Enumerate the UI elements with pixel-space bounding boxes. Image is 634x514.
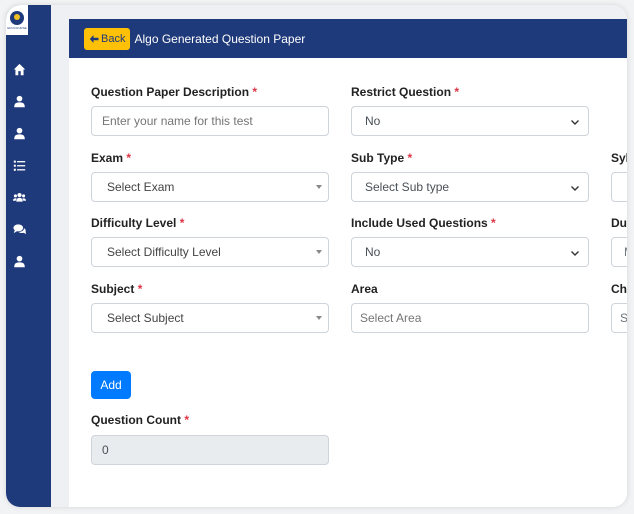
sidebar: EDUCOURSE — [6, 5, 51, 507]
chapter-input[interactable]: Se — [611, 303, 627, 333]
subject-value: Select Subject — [107, 311, 184, 325]
app-window: EDUCOURSE Back Algo Generated Question P… — [6, 5, 627, 507]
sidebar-nav — [6, 53, 51, 277]
caret-down-icon — [316, 316, 322, 320]
used-questions-label-text: Include Used Questions — [351, 216, 488, 230]
description-label-text: Question Paper Description — [91, 85, 250, 99]
add-button[interactable]: Add — [91, 371, 131, 399]
home-icon — [13, 63, 25, 75]
list-icon — [13, 160, 25, 171]
difficulty-value: Select Difficulty Level — [107, 245, 221, 259]
exam-select[interactable]: Select Exam — [91, 172, 329, 202]
difficulty-select[interactable]: Select Difficulty Level — [91, 237, 329, 267]
difficulty-label-text: Difficulty Level — [91, 216, 177, 230]
exam-label: Exam * — [91, 151, 131, 165]
required-mark: * — [407, 151, 413, 165]
description-input[interactable] — [91, 106, 329, 136]
restrict-label-text: Restrict Question — [351, 85, 452, 99]
required-mark: * — [491, 216, 496, 230]
comments-icon — [12, 223, 26, 234]
question-count-label-text: Question Count — [91, 413, 181, 427]
restrict-value: No — [365, 114, 381, 128]
used-questions-select[interactable]: No — [351, 237, 589, 267]
syllabus-label: Sylla — [611, 151, 627, 165]
subtype-value: Select Sub type — [365, 180, 450, 194]
area-label: Area — [351, 282, 378, 296]
page-title: Algo Generated Question Paper — [134, 31, 306, 46]
description-label: Question Paper Description * — [91, 85, 257, 99]
subject-select[interactable]: Select Subject — [91, 303, 329, 333]
duration-input[interactable]: Mi — [611, 237, 627, 267]
logo-mark-icon — [10, 10, 24, 25]
user-icon — [13, 255, 25, 267]
chevron-down-icon — [570, 182, 580, 192]
question-count-field: 0 — [91, 435, 329, 465]
sidebar-item-list[interactable] — [6, 149, 32, 181]
required-mark: * — [252, 85, 258, 99]
sidebar-item-user[interactable] — [6, 245, 32, 277]
required-mark: * — [454, 85, 460, 99]
subtype-label-text: Sub Type — [351, 151, 405, 165]
required-mark: * — [179, 216, 185, 230]
subject-label: Subject * — [91, 282, 142, 296]
sidebar-item-account[interactable] — [6, 117, 32, 149]
used-questions-label: Include Used Questions * — [351, 216, 496, 230]
duration-value: Mi — [624, 245, 627, 259]
exam-value: Select Exam — [107, 180, 175, 194]
exam-label-text: Exam — [91, 151, 124, 165]
chapter-label: Cha — [611, 282, 627, 296]
users-icon — [12, 192, 26, 202]
form-card: Back Algo Generated Question Paper Quest… — [69, 19, 627, 507]
restrict-label: Restrict Question * — [351, 85, 459, 99]
difficulty-label: Difficulty Level * — [91, 216, 184, 230]
caret-down-icon — [316, 250, 322, 254]
logo-text: EDUCOURSE — [7, 25, 27, 30]
question-count-label: Question Count * — [91, 413, 189, 427]
user-icon — [13, 95, 25, 107]
card-header: Back Algo Generated Question Paper — [69, 19, 627, 58]
syllabus-select[interactable]: P — [611, 172, 627, 202]
area-input[interactable] — [351, 303, 589, 333]
sidebar-item-users[interactable] — [6, 181, 32, 213]
used-questions-value: No — [365, 245, 381, 259]
subject-label-text: Subject — [91, 282, 135, 296]
user-icon — [13, 127, 25, 139]
chevron-down-icon — [570, 247, 580, 257]
required-mark: * — [126, 151, 132, 165]
caret-down-icon — [316, 185, 322, 189]
subtype-label: Sub Type * — [351, 151, 412, 165]
arrow-left-icon — [89, 34, 99, 43]
back-button-label: Back — [101, 32, 126, 45]
chapter-placeholder: Se — [620, 311, 627, 325]
duration-label: Dur — [611, 216, 627, 230]
required-mark: * — [184, 413, 190, 427]
required-mark: * — [137, 282, 143, 296]
sidebar-item-home[interactable] — [6, 53, 32, 85]
back-button[interactable]: Back — [84, 27, 131, 50]
sidebar-item-messages[interactable] — [6, 213, 32, 245]
restrict-select[interactable]: No — [351, 106, 589, 136]
question-count-value: 0 — [102, 443, 109, 457]
logo: EDUCOURSE — [6, 5, 28, 35]
chevron-down-icon — [570, 116, 580, 126]
subtype-select[interactable]: Select Sub type — [351, 172, 589, 202]
sidebar-item-profile[interactable] — [6, 85, 32, 117]
